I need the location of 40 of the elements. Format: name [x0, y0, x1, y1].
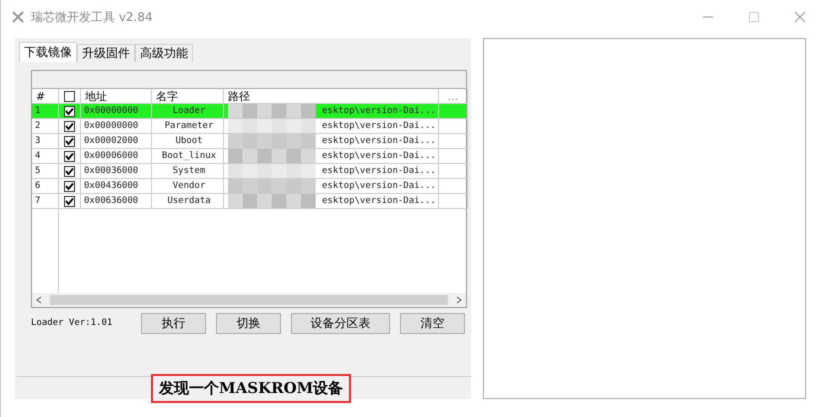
tab[interactable]: 下载镜像: [19, 42, 77, 62]
table-row[interactable]: 1 0x00000000 Loader esktop\version-Dai...: [32, 104, 466, 119]
action-button[interactable]: 切换: [216, 312, 281, 334]
table-row[interactable]: 3 0x00002000 Uboot esktop\version-Dai...: [32, 134, 466, 149]
table-cell-text: esktop\version-Dai...: [322, 180, 436, 193]
tools-icon: [11, 10, 25, 24]
table-row[interactable]: 6 0x00436000 Vendor esktop\version-Dai...: [32, 179, 466, 194]
table-row[interactable]: 5 0x00036000 System esktop\version-Dai...: [32, 164, 466, 179]
loader-version: Loader Ver:1.01: [31, 318, 114, 328]
action-button[interactable]: 执行: [141, 312, 206, 334]
close-icon[interactable]: [795, 12, 805, 22]
status-message: 发现一个MASKROM设备: [151, 374, 352, 402]
action-button[interactable]: 设备分区表: [291, 312, 390, 334]
table-cell-text: esktop\version-Dai...: [322, 165, 436, 178]
checkbox[interactable]: [64, 166, 75, 176]
action-button[interactable]: 清空: [400, 312, 465, 334]
checkbox[interactable]: [64, 180, 75, 192]
table-cell-text: esktop\version-Dai...: [322, 195, 436, 208]
checkbox[interactable]: [64, 136, 75, 146]
checkbox[interactable]: [64, 196, 75, 206]
scroll-left-icon[interactable]: [35, 296, 43, 304]
table-cell-text: esktop\version-Dai...: [322, 135, 436, 148]
table-cell: Userdata: [152, 194, 224, 209]
checkbox[interactable]: [64, 150, 75, 162]
table-row[interactable]: 7 0x00636000 Userdata esktop\version-Dai...: [32, 194, 466, 209]
table-cell-text: esktop\version-Dai...: [322, 120, 436, 133]
checkbox[interactable]: [64, 120, 75, 132]
table-cell-text: esktop\version-Dai...: [322, 150, 436, 163]
table-row[interactable]: 4 0x00006000 Boot_linux esktop\version-Dai...: [32, 149, 466, 164]
scroll-right-icon[interactable]: [455, 296, 463, 304]
table-row[interactable]: 2 0x00000000 Parameter esktop\version-Dai...: [32, 119, 466, 134]
table-cell: 0x00636000: [81, 194, 152, 209]
checkbox[interactable]: [64, 106, 75, 116]
tab[interactable]: 高级功能: [135, 44, 193, 62]
horizontal-scrollbar[interactable]: [32, 293, 466, 307]
checkbox[interactable]: [64, 90, 75, 102]
window-title: 瑞芯微开发工具 v2.84: [31, 8, 153, 26]
table-cell: 7: [32, 194, 59, 209]
tab[interactable]: 升级固件: [77, 44, 135, 62]
table-cell-text: esktop\version-Dai...: [322, 105, 436, 118]
